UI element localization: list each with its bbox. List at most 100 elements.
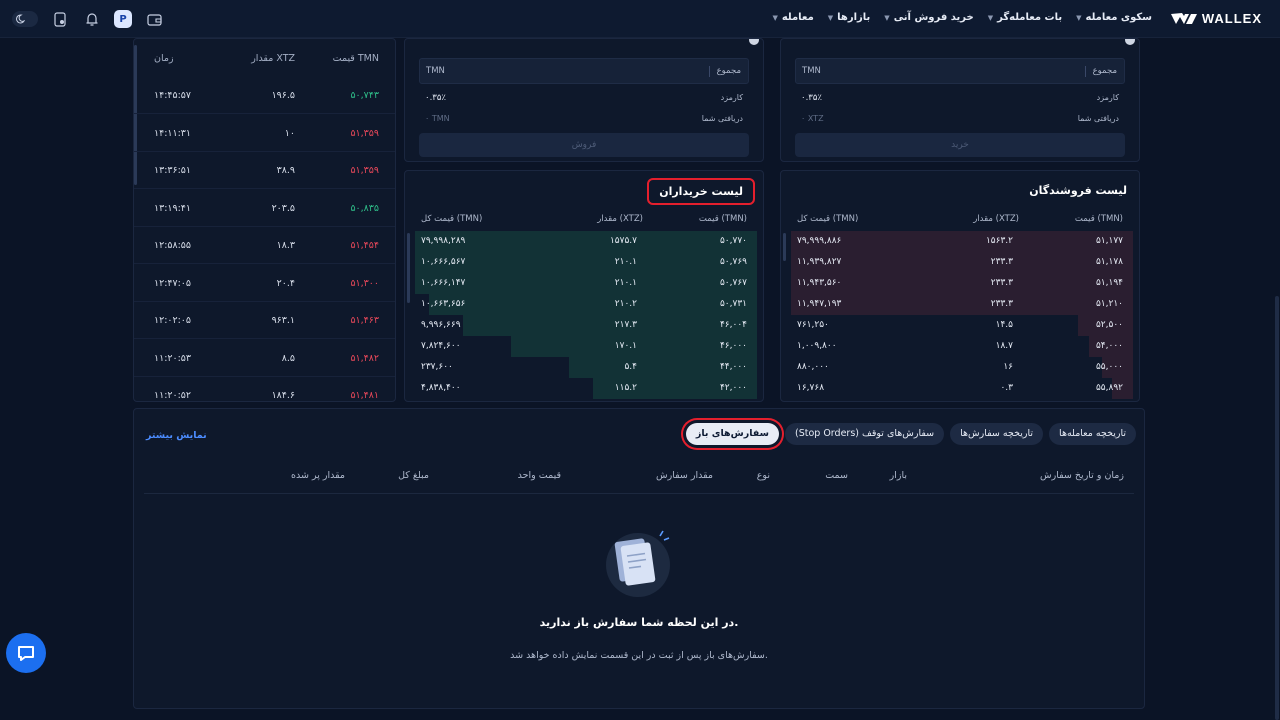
book-price: ۵۲,۵۰۰ — [1095, 320, 1123, 330]
buy-button[interactable]: خرید — [795, 133, 1125, 157]
order-book-row[interactable]: ۵۲,۵۰۰ ۱۴.۵ ۷۶۱,۲۵۰ — [781, 315, 1139, 336]
order-book-row[interactable]: ۵۱,۱۹۴ ۲۳۳.۳ ۱۱,۹۴۳,۵۶۰ — [781, 273, 1139, 294]
receive-label: دریافتی شما — [1077, 114, 1119, 123]
sellers-list-panel: لیست فروشندگان قیمت (TMN) مقدار (XTZ) قی… — [780, 170, 1140, 402]
trade-row: ۵۱,۳۵۹ ۱۰ ۱۴:۱۱:۳۱ — [134, 115, 395, 152]
order-book-row[interactable]: ۵۵,۸۹۲ ۰.۳ ۱۶,۷۶۸ — [781, 378, 1139, 399]
sell-form: مجموع TMN کارمزد ۰.۳۵٪ دریافتی شما ۰ TMN… — [404, 38, 764, 162]
book-price: ۵۵,۸۹۲ — [1095, 383, 1123, 393]
book-total: ۱۱,۹۴۳,۵۶۰ — [797, 278, 842, 288]
theme-toggle[interactable] — [12, 11, 38, 27]
order-book-row[interactable]: ۴۶,۰۰۴ ۲۱۷.۳ ۹,۹۹۶,۶۶۹ — [405, 315, 763, 336]
order-book-row[interactable]: ۵۰,۷۶۷ ۲۱۰.۱ ۱۰,۶۶۶,۱۴۷ — [405, 273, 763, 294]
support-chat-button[interactable] — [6, 633, 46, 673]
tab-trade-history[interactable]: تاریخچه معامله‌ها — [1049, 423, 1136, 445]
buyers-list-panel: لیست خریداران قیمت (TMN) مقدار (XTZ) قیم… — [404, 170, 764, 402]
order-book-row[interactable]: ۵۱,۲۱۰ ۲۳۳.۳ ۱۱,۹۴۷,۱۹۳ — [781, 294, 1139, 315]
trade-price: ۵۱,۴۵۴ — [350, 240, 379, 251]
total-label: مجموع — [1092, 66, 1117, 76]
slider-handle[interactable] — [1125, 39, 1135, 45]
tab-order-history[interactable]: تاریخچه سفارش‌ها — [950, 423, 1044, 445]
slider-handle[interactable] — [749, 39, 759, 45]
depth-bar — [415, 231, 757, 252]
order-book-row[interactable]: ۵۱,۱۷۸ ۲۳۳.۳ ۱۱,۹۳۹,۸۲۷ — [781, 252, 1139, 273]
depth-bar — [463, 315, 757, 336]
logo-mark-icon — [1170, 12, 1197, 24]
book-price: ۵۱,۱۷۸ — [1095, 257, 1123, 267]
nav-trading-bot[interactable]: بات معامله‌گر ▼ — [988, 12, 1062, 23]
trade-qty: ۲۰.۴ — [276, 277, 295, 289]
depth-bar — [429, 294, 757, 315]
col-order-amount: مقدار سفارش — [656, 470, 713, 481]
depth-bar — [791, 294, 1133, 315]
wallex-logo[interactable]: WALLEX — [1170, 11, 1262, 26]
nav-label: سکوی معامله — [1085, 12, 1153, 23]
show-more-link[interactable]: نمایش بیشتر — [146, 430, 207, 441]
order-book-row[interactable]: ۵۰,۷۷۰ ۱۵۷۵.۷ ۷۹,۹۹۸,۲۸۹ — [405, 231, 763, 252]
order-book-row[interactable]: ۵۵,۰۰۰ ۱۶ ۸۸۰,۰۰۰ — [781, 357, 1139, 378]
header-actions: P — [12, 9, 164, 29]
orders-tabs: سفارش‌های باز سفارش‌های توقف (Stop Order… — [685, 423, 1136, 445]
trade-qty: ۱۰ — [284, 127, 295, 139]
book-qty: ۱۶ — [1003, 362, 1013, 372]
col-price: قیمت TMN — [332, 53, 379, 64]
page-scrollbar[interactable] — [1275, 296, 1279, 720]
order-book-row[interactable]: ۵۱,۱۷۷ ۱۵۶۳.۲ ۷۹,۹۹۹,۸۸۶ — [781, 231, 1139, 252]
book-total: ۹,۹۹۶,۶۶۹ — [421, 320, 461, 330]
profile-icon[interactable]: P — [114, 10, 132, 28]
chevron-down-icon: ▼ — [827, 13, 834, 22]
order-book-row[interactable]: ۴۶,۰۰۰ ۱۷۰.۱ ۷,۸۲۴,۶۰۰ — [405, 336, 763, 357]
wallet-icon[interactable] — [144, 9, 164, 29]
book-price: ۴۶,۰۰۴ — [719, 320, 747, 330]
depth-bar — [791, 231, 1133, 252]
sell-button[interactable]: فروش — [419, 133, 749, 157]
trade-qty: ۲۰۳.۵ — [271, 202, 295, 214]
depth-bar — [791, 252, 1133, 273]
tab-stop-orders[interactable]: سفارش‌های توقف (Stop Orders) — [784, 423, 945, 445]
buy-total-field[interactable]: مجموع TMN — [795, 58, 1125, 84]
trade-row: ۵۱,۴۵۴ ۱۸.۳ ۱۲:۵۸:۵۵ — [134, 227, 395, 264]
book-total: ۷,۸۲۴,۶۰۰ — [421, 341, 461, 351]
order-book-row[interactable]: ۴۴,۰۰۰ ۵.۴ ۲۳۷,۶۰۰ — [405, 357, 763, 378]
col-time: زمان — [154, 53, 174, 64]
total-label: مجموع — [716, 66, 741, 76]
chat-icon — [18, 646, 34, 661]
book-total: ۷۹,۹۹۸,۲۸۹ — [421, 236, 466, 246]
sell-total-field[interactable]: مجموع TMN — [419, 58, 749, 84]
book-qty: ۱۴.۵ — [995, 320, 1013, 330]
trade-time: ۱۳:۳۶:۵۱ — [154, 165, 192, 176]
col-price: قیمت (TMN) — [1074, 214, 1123, 224]
chevron-down-icon: ▼ — [987, 13, 994, 22]
book-qty: ۲۱۰.۲ — [614, 299, 637, 309]
empty-orders-icon — [606, 530, 670, 597]
trade-row: ۵۰,۸۳۵ ۲۰۳.۵ ۱۳:۱۹:۴۱ — [134, 190, 395, 227]
receive-label: دریافتی شما — [701, 114, 743, 123]
trade-price: ۵۰,۷۴۳ — [350, 90, 379, 101]
nav-instant-buy-sell[interactable]: خرید فروش آنی ▼ — [884, 12, 973, 23]
trade-qty: ۱۸۴.۶ — [271, 390, 295, 401]
order-book-row[interactable]: ۵۴,۰۰۰ ۱۸.۷ ۱,۰۰۹,۸۰۰ — [781, 336, 1139, 357]
order-book-row[interactable]: ۵۰,۷۳۱ ۲۱۰.۲ ۱۰,۶۶۳,۶۵۶ — [405, 294, 763, 315]
book-qty: ۲۳۳.۳ — [990, 257, 1013, 267]
book-price: ۵۰,۷۳۱ — [719, 299, 747, 309]
book-total: ۱۰,۶۶۳,۶۵۶ — [421, 299, 466, 309]
empty-title: در این لحظه شما سفارش باز ندارید. — [539, 616, 739, 629]
book-total: ۱۰,۶۶۶,۵۶۷ — [421, 257, 466, 267]
depth-bar — [415, 273, 757, 294]
nav-trading-platform[interactable]: سکوی معامله ▼ — [1076, 12, 1152, 23]
col-qty: مقدار (XTZ) — [597, 214, 643, 224]
nav-trade[interactable]: معامله ▼ — [772, 12, 813, 23]
phone-icon[interactable] — [50, 9, 70, 29]
chevron-down-icon: ▼ — [1076, 13, 1082, 22]
tab-open-orders[interactable]: سفارش‌های باز — [685, 423, 779, 445]
nav-markets[interactable]: بازارها ▼ — [828, 12, 871, 23]
trade-qty: ۹۶۳.۱ — [271, 315, 295, 326]
empty-subtitle: سفارش‌های باز پس از ثبت در این قسمت نمای… — [510, 650, 768, 661]
bell-icon[interactable] — [82, 9, 102, 29]
order-book-row[interactable]: ۵۰,۷۶۹ ۲۱۰.۱ ۱۰,۶۶۶,۵۶۷ — [405, 252, 763, 273]
trade-price: ۵۱,۳۵۹ — [350, 127, 379, 139]
order-book-row[interactable]: ۴۲,۰۰۰ ۱۱۵.۲ ۴,۸۳۸,۴۰۰ — [405, 378, 763, 399]
col-type: نوع — [756, 470, 770, 481]
col-market: بازار — [889, 470, 907, 481]
book-total: ۱,۰۰۹,۸۰۰ — [797, 341, 837, 351]
